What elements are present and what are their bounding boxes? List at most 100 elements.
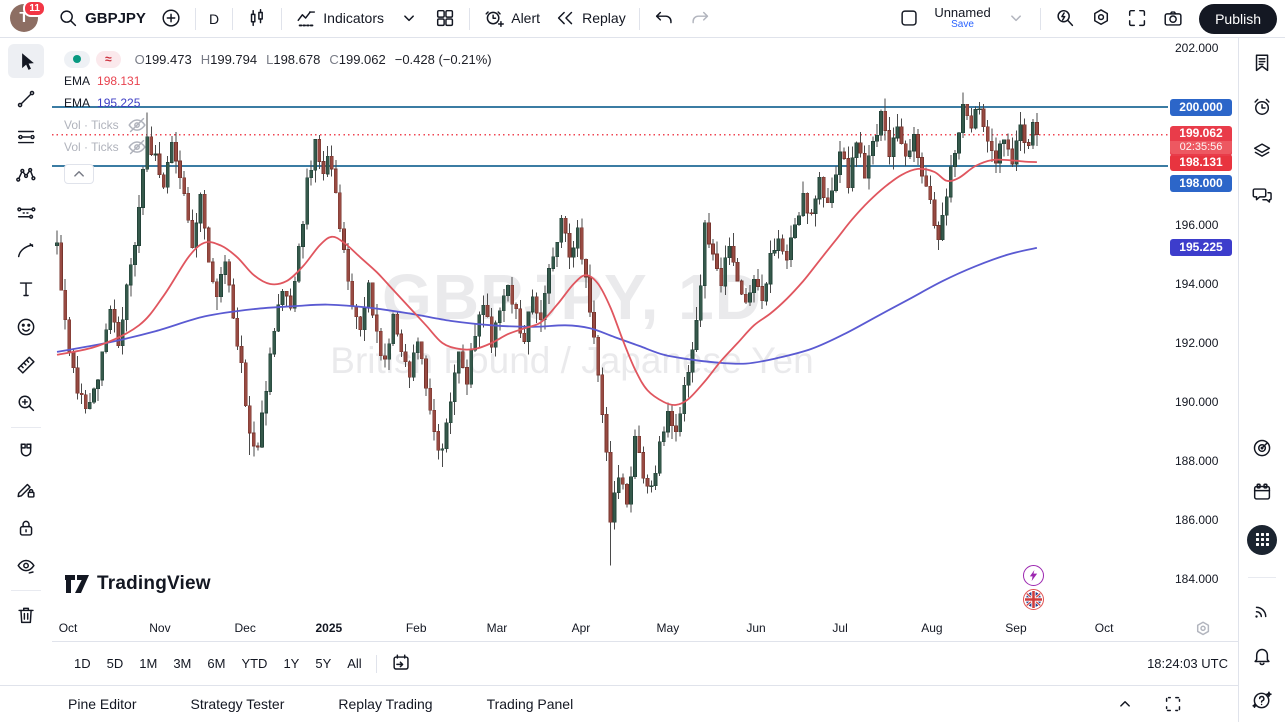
watchlist-icon[interactable] [1251,52,1273,74]
tab-pine-editor[interactable]: Pine Editor [68,696,136,712]
chart-style-button[interactable] [239,3,275,33]
tab-strategy-tester[interactable]: Strategy Tester [190,696,284,712]
price-tick: 186.000 [1175,513,1218,527]
layout-name-button[interactable]: Unnamed Save [927,2,997,34]
volume-legend-row[interactable]: Vol · Ticks [64,114,492,136]
goto-date-button[interactable] [383,648,419,678]
zoom-in-icon [15,392,37,414]
undo-button[interactable] [646,3,682,33]
ema-fast-legend-row[interactable]: EMA198.131 [64,70,492,92]
range-1m-button[interactable]: 1M [131,652,165,675]
divider [11,427,41,428]
indicators-dropdown-arrow[interactable] [391,3,427,33]
symbol-name: GBPJPY [85,10,146,27]
axis-gear-icon[interactable] [1192,618,1214,640]
ema-fast-axis-label: 198.131 [1170,154,1232,171]
replay-icon [554,7,576,29]
xabcd-pattern-tool[interactable] [8,158,44,192]
publish-button[interactable]: Publish [1199,4,1277,34]
ema-slow-legend-row[interactable]: EMA195.225 [64,92,492,114]
range-5y-button[interactable]: 5Y [307,652,339,675]
chart-pane[interactable]: GBPJPY, 1D British Pound / Japanese Yen … [52,38,1168,617]
axis-settings-corner[interactable] [1168,617,1238,641]
magnet-tool[interactable] [8,435,44,469]
eye-hide-tool[interactable] [8,549,44,583]
notifications-icon[interactable] [1251,644,1273,666]
ruler-tool[interactable] [8,348,44,382]
range-ytd-button[interactable]: YTD [233,652,275,675]
range-3m-button[interactable]: 3M [165,652,199,675]
range-1d-button[interactable]: 1D [66,652,99,675]
quick-search-button[interactable] [1047,3,1083,33]
tab-trading-panel[interactable]: Trading Panel [487,696,574,712]
replay-button[interactable]: Replay [547,3,633,33]
streams-icon[interactable] [1251,600,1273,622]
apps-grid-button[interactable] [1247,525,1277,555]
panel-maximize-button[interactable] [1162,693,1184,715]
range-all-button[interactable]: All [339,652,369,675]
save-link[interactable]: Save [951,20,974,31]
brush-icon [15,240,37,262]
price-tick: 202.000 [1175,41,1218,55]
utc-clock[interactable]: 18:24:03 UTC [1147,656,1228,671]
hotlists-icon[interactable] [1251,437,1273,459]
series-dot-icon [73,55,81,63]
settings-button[interactable] [1083,3,1119,33]
eye-off-icon[interactable] [126,114,148,136]
projection-tool[interactable] [8,196,44,230]
notification-count-badge: 11 [23,0,46,17]
text-tool[interactable] [8,272,44,306]
range-5d-button[interactable]: 5D [99,652,132,675]
calendar-icon[interactable] [1251,481,1273,503]
help-button[interactable] [1247,685,1278,716]
layout-dropdown-arrow[interactable] [998,3,1034,33]
indicators-button[interactable]: Indicators [288,3,391,33]
cursor-tool[interactable] [8,44,44,78]
tradingview-logo: TradingView [64,573,211,595]
compare-add-button[interactable] [153,3,189,33]
economic-event-icon[interactable] [1023,565,1044,586]
range-6m-button[interactable]: 6M [199,652,233,675]
eye-off-icon[interactable] [126,136,148,158]
brush-tool[interactable] [8,234,44,268]
alerts-icon[interactable] [1251,96,1273,118]
approx-chip[interactable]: ≈ [96,51,121,68]
fib-retracement-tool[interactable] [8,120,44,154]
time-tick: Aug [921,621,942,635]
price-axis[interactable]: 202.000196.000194.000192.000190.000188.0… [1168,38,1238,617]
divider [195,8,196,30]
time-axis[interactable]: OctNovDec2025FebMarAprMayJunJulAugSepOct [52,617,1168,641]
drawing-toolbar [0,38,52,685]
tab-replay-trading[interactable]: Replay Trading [338,696,432,712]
fib-retracement-icon [15,126,37,148]
snapshot-button[interactable] [1155,3,1191,33]
fullscreen-button[interactable] [1119,3,1155,33]
trend-line-tool[interactable] [8,82,44,116]
panel-expand-button[interactable] [1114,693,1136,715]
pencil-lock-tool[interactable] [8,473,44,507]
divider [469,8,470,30]
trash-tool[interactable] [8,598,44,632]
indicator-templates-button[interactable] [427,3,463,33]
alert-button[interactable]: Alert [476,3,547,33]
layout-button[interactable] [891,3,927,33]
legend-collapse-button[interactable] [64,164,94,184]
interval-button[interactable]: D [202,7,226,31]
lock-tool[interactable] [8,511,44,545]
level-200-label: 200.000 [1170,99,1232,116]
volume-ticks-legend-row[interactable]: Vol · Ticks [64,136,492,158]
emoji-icon [15,316,37,338]
price-tick: 184.000 [1175,572,1218,586]
zoom-in-tool[interactable] [8,386,44,420]
time-tick: May [657,621,680,635]
gb-news-flag-icon[interactable] [1023,589,1044,610]
user-menu-button[interactable]: T 11 [10,4,40,34]
range-1y-button[interactable]: 1Y [275,652,307,675]
series-visibility-chip[interactable] [64,51,90,68]
chat-icon[interactable] [1251,184,1273,206]
object-tree-icon[interactable] [1251,140,1273,162]
redo-button[interactable] [682,3,718,33]
symbol-search-button[interactable]: GBPJPY [50,3,153,33]
emoji-tool[interactable] [8,310,44,344]
price-tick: 190.000 [1175,395,1218,409]
